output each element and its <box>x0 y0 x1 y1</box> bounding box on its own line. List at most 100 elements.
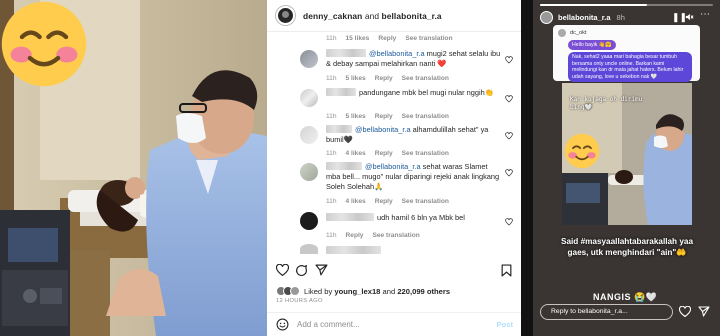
comment-text: @bellabonita_r.a sehat waras Slamet mba … <box>326 162 503 192</box>
reply-link[interactable]: Reply <box>375 150 393 157</box>
commenter-avatar[interactable] <box>300 212 318 230</box>
comment-time: 11h <box>326 150 337 157</box>
comment-likes[interactable]: 4 likes <box>346 198 366 205</box>
comment-text: udh hamil 6 bln ya Mbk bel <box>326 213 503 223</box>
comment-time: 11h <box>326 35 337 42</box>
story-username[interactable]: bellabonita_r.a <box>558 13 611 22</box>
like-heart-icon[interactable] <box>276 264 289 276</box>
commenter-avatar[interactable] <box>300 244 318 254</box>
liker-avatar[interactable] <box>290 286 300 296</box>
liked-prefix: Liked by <box>304 286 335 296</box>
dm-sender-avatar <box>558 29 566 37</box>
commenter-avatar[interactable] <box>300 163 318 181</box>
story-reply-input[interactable]: Reply to bellabonita_r.a... <box>540 304 673 320</box>
liked-by-row: Liked by young_lex18 and 220,099 others <box>276 286 450 296</box>
comment-time: 11h <box>326 75 337 82</box>
blurred-username <box>326 246 381 254</box>
smiling-face-emoji-icon <box>564 133 600 169</box>
reply-link[interactable]: Reply <box>375 198 393 205</box>
comment-bubble-icon[interactable] <box>295 264 308 277</box>
comment-time: 11h <box>326 198 337 205</box>
comment-like-heart-icon[interactable] <box>505 132 513 140</box>
panel-divider <box>521 0 533 336</box>
comment-like-heart-icon[interactable] <box>505 95 513 103</box>
comment-meta-row: 11h 15 likes Reply See translation <box>267 35 521 45</box>
save-bookmark-icon[interactable] <box>501 264 512 277</box>
story-header: bellabonita_r.a 8h <box>540 11 625 24</box>
story-panel: bellabonita_r.a 8h ❚❚ ⋯ dc_okt Hello bay… <box>533 0 720 336</box>
author-username-2[interactable]: bellabonita_r.a <box>382 11 442 21</box>
comment-row: udh hamil 6 bln ya Mbk bel 11h Reply See… <box>267 210 521 244</box>
liked-by-text: Liked by young_lex18 and 220,099 others <box>304 287 450 296</box>
more-options-icon[interactable]: ⋯ <box>700 9 710 20</box>
comment-text: @bellabonita_r.a alhamdulillah sehat" ya… <box>326 125 503 145</box>
reply-link[interactable]: Reply <box>346 232 364 239</box>
see-translation-link[interactable]: See translation <box>405 35 452 42</box>
comment-meta: 11h 4 likes Reply See translation <box>326 150 449 157</box>
share-paper-plane-icon[interactable] <box>315 264 328 276</box>
blurred-username <box>326 49 366 57</box>
comment-time: 11h <box>326 113 337 120</box>
see-translation-link[interactable]: See translation <box>402 113 449 120</box>
reply-link[interactable]: Reply <box>375 113 393 120</box>
post-panel: denny_caknan and bellabonita_r.a 11h 15 … <box>267 0 521 336</box>
story-avatar[interactable] <box>540 11 553 24</box>
add-comment-input[interactable]: Add a comment... <box>297 320 360 329</box>
caption-line-1: Kan kujaga oh dirimu <box>570 96 643 103</box>
comment-text <box>326 246 503 254</box>
comment-meta: 11h 5 likes Reply See translation <box>326 113 449 120</box>
comment-like-heart-icon[interactable] <box>505 218 513 226</box>
comment-mention[interactable]: @bellabonita_r.a <box>369 49 425 58</box>
comment-row: @bellabonita_r.a sehat waras Slamet mba … <box>267 161 521 207</box>
dm-message-2: Nak, sehat2 yaaa mari bahagia besar tumb… <box>568 52 692 83</box>
story-like-heart-icon[interactable] <box>679 306 691 317</box>
post-comment-button[interactable]: Post <box>497 320 513 329</box>
see-translation-link[interactable]: See translation <box>402 150 449 157</box>
comment-likes[interactable]: 5 likes <box>346 75 366 82</box>
commenter-avatar[interactable] <box>300 89 318 107</box>
reply-link[interactable]: Reply <box>378 35 396 42</box>
comment-meta: 11h Reply See translation <box>326 232 420 239</box>
liked-others-count[interactable]: 220,099 others <box>397 287 450 296</box>
comment-row: @bellabonita_r.a alhamdulillah sehat" ya… <box>267 124 521 158</box>
comment-meta: 11h 4 likes Reply See translation <box>326 198 449 205</box>
story-nangis-text: NANGIS 😭🤍 <box>593 292 658 302</box>
screenshot-root: denny_caknan and bellabonita_r.a 11h 15 … <box>0 0 720 336</box>
commenter-avatar[interactable] <box>300 126 318 144</box>
hashtag-line-2: gaes, utk menghindari "ain"🤲 <box>567 248 687 257</box>
comment-like-heart-icon[interactable] <box>505 169 513 177</box>
caption-line-2: bing🤍 <box>570 104 592 111</box>
comment-likes[interactable]: 4 likes <box>346 150 366 157</box>
author-username-1[interactable]: denny_caknan <box>303 11 362 21</box>
comment-mention[interactable]: @bellabonita_r.a <box>365 162 421 171</box>
story-progress-bar <box>540 4 713 6</box>
post-actions <box>267 258 521 282</box>
comment-likes[interactable]: 15 likes <box>346 35 370 42</box>
add-comment-bar: Add a comment... Post <box>267 312 521 336</box>
story-photo-caption: Kan kujaga oh dirimu bing🤍 <box>570 96 642 112</box>
story-share-paper-plane-icon[interactable] <box>698 306 710 317</box>
post-authors[interactable]: denny_caknan and bellabonita_r.a <box>303 11 442 21</box>
see-translation-link[interactable]: See translation <box>402 198 449 205</box>
comment-body: udh hamil 6 bln ya Mbk bel <box>377 213 465 222</box>
reply-link[interactable]: Reply <box>375 75 393 82</box>
comment-time: 11h <box>326 232 337 239</box>
emoji-smiley-icon[interactable] <box>276 318 289 331</box>
post-photo[interactable] <box>0 0 267 336</box>
author-avatar[interactable] <box>276 6 295 25</box>
smiling-face-emoji-icon <box>1 1 87 87</box>
story-time: 8h <box>616 13 625 22</box>
comment-likes[interactable]: 5 likes <box>346 113 366 120</box>
comments-list[interactable]: 11h 15 likes Reply See translation @bell… <box>267 32 521 254</box>
comment-mention[interactable]: @bellabonita_r.a <box>355 125 411 134</box>
commenter-avatar[interactable] <box>300 50 318 68</box>
comment-row-partial <box>267 244 521 254</box>
mute-speaker-icon[interactable] <box>685 13 694 21</box>
blurred-username <box>326 213 374 221</box>
see-translation-link[interactable]: See translation <box>402 75 449 82</box>
see-translation-link[interactable]: See translation <box>372 232 419 239</box>
dm-header: dc_okt <box>558 29 695 37</box>
comment-like-heart-icon[interactable] <box>505 56 513 64</box>
post-timestamp[interactable]: 12 HOURS AGO <box>276 298 323 304</box>
liked-by-user[interactable]: young_lex18 <box>334 287 380 296</box>
